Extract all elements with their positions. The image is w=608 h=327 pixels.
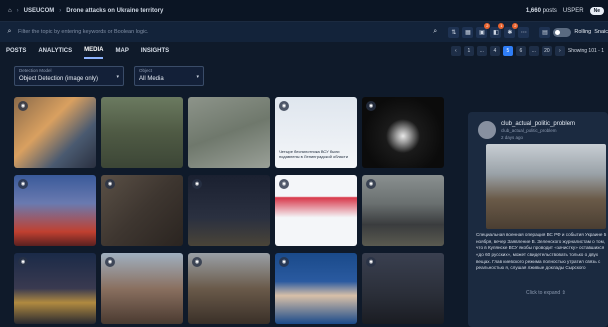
filter-more-icon[interactable]: ⋯	[518, 26, 530, 38]
user-label[interactable]: USPER	[563, 8, 584, 14]
card-caption: Четыре беспилотника ВСУ были подавлены в…	[279, 149, 348, 160]
eye-icon[interactable]: ◉	[192, 179, 202, 189]
eye-icon[interactable]: ◉	[105, 179, 115, 189]
top-right: 1,660 posts USPER Ne	[525, 6, 608, 15]
media-card[interactable]: ◉	[275, 175, 357, 246]
tab-map[interactable]: MAP	[115, 44, 128, 58]
eye-icon[interactable]: ◉	[279, 257, 289, 267]
tab-insights[interactable]: INSIGHTS	[141, 44, 169, 58]
search-submit-icon[interactable]: ⌕	[430, 27, 440, 38]
post-author[interactable]: club_actual_politic_problem	[501, 121, 575, 127]
chevron-right-icon: ›	[16, 7, 19, 14]
media-card[interactable]: ◉	[14, 97, 96, 168]
object-select[interactable]: Object All Media ▾	[134, 66, 204, 86]
tab-analytics[interactable]: ANALYTICS	[38, 44, 72, 58]
post-time: 2 days ago	[501, 135, 524, 140]
filter-source-icon[interactable]: ▦	[462, 26, 474, 38]
eye-icon[interactable]: ◉	[366, 101, 376, 111]
media-card[interactable]: ◉	[101, 253, 183, 324]
media-card[interactable]: ◉	[275, 253, 357, 324]
media-card[interactable]: ◉	[14, 253, 96, 324]
media-card[interactable]: ◉ Четыре беспилотника ВСУ были подавлены …	[275, 97, 357, 168]
object-label: Object	[139, 68, 153, 73]
media-card[interactable]: ◉	[362, 97, 444, 168]
home-icon[interactable]: ⌂	[8, 8, 12, 14]
page-ellipsis: ...	[528, 46, 539, 56]
post-image[interactable]	[486, 144, 606, 229]
object-value: All Media	[139, 76, 164, 82]
media-card[interactable]: ◉	[101, 175, 183, 246]
media-card[interactable]: ◉	[188, 175, 270, 246]
eye-icon[interactable]: ◉	[366, 179, 376, 189]
avatar	[478, 121, 496, 139]
tab-bar: POSTS ANALYTICS MEDIA MAP INSIGHTS ‹ 1 .…	[0, 42, 608, 60]
chevron-right-icon: ›	[59, 7, 62, 14]
media-card[interactable]: ◉	[14, 175, 96, 246]
detection-model-select[interactable]: Detection Model Object Detection (image …	[14, 66, 124, 86]
user-toggle[interactable]: Ne	[589, 6, 604, 15]
eye-icon[interactable]: ◉	[18, 179, 28, 189]
top-bar: ⌂ › USEUCOM › Drone attacks on Ukraine t…	[0, 0, 608, 22]
snapshot-label[interactable]: Snaic	[594, 29, 608, 35]
eye-icon[interactable]: ◉	[192, 257, 202, 267]
post-detail-card: club_actual_politic_problem club_actual_…	[468, 112, 608, 327]
detection-value: Object Detection (image only)	[19, 76, 99, 82]
expand-link[interactable]: Click to expand ⇕	[526, 290, 566, 296]
filter-lang-icon[interactable]: ◧ 1	[490, 22, 505, 38]
media-card[interactable]: ◉	[188, 253, 270, 324]
time-window: ▤ Rolling Snaic	[539, 26, 608, 38]
filter-geo-icon[interactable]: ✱ 2	[504, 22, 519, 38]
search-icon: ⌕	[7, 28, 12, 35]
eye-icon[interactable]: ◉	[105, 257, 115, 267]
page-button[interactable]: 6	[515, 46, 526, 56]
chevron-down-icon: ▾	[196, 74, 199, 80]
page-button[interactable]: 4	[489, 46, 500, 56]
filters-group: ⇅ ▦ ▣ 2 ◧ 1 ✱ 2 ⋯	[448, 22, 530, 38]
page-ellipsis: ...	[476, 46, 487, 56]
filter-bar: ⌕ Filter the topic by entering keywords …	[0, 22, 608, 42]
post-count: 1,660 posts	[525, 7, 557, 14]
prev-page-icon[interactable]: ‹	[450, 46, 461, 56]
tab-posts[interactable]: POSTS	[6, 44, 26, 58]
rolling-label: Rolling	[574, 29, 592, 35]
eye-icon[interactable]: ◉	[18, 257, 28, 267]
filter-sliders-icon[interactable]: ⇅	[448, 26, 460, 38]
media-controls: Detection Model Object Detection (image …	[14, 66, 204, 86]
pagination: ‹ 1 ... 4 5 6 ... 20 › Showing 101 - 1	[450, 46, 608, 56]
media-grid: ◉ ◉ Четыре беспилотника ВСУ были подавлен…	[14, 97, 444, 324]
eye-icon[interactable]: ◉	[279, 101, 289, 111]
post-handle: club_actual_politic_problem	[501, 128, 557, 133]
tab-media[interactable]: MEDIA	[84, 43, 104, 59]
breadcrumb-topic[interactable]: Drone attacks on Ukraine territory	[66, 8, 163, 14]
eye-icon[interactable]: ◉	[366, 257, 376, 267]
eye-icon[interactable]: ◉	[279, 179, 289, 189]
next-page-icon[interactable]: ›	[554, 46, 565, 56]
eye-icon[interactable]: ◉	[18, 101, 28, 111]
calendar-icon[interactable]: ▤	[539, 26, 551, 38]
search-area: ⌕ Filter the topic by entering keywords …	[4, 27, 430, 38]
media-card[interactable]	[188, 97, 270, 168]
expand-icon: ⇕	[561, 290, 566, 296]
media-card[interactable]: ◉	[362, 253, 444, 324]
post-text: Специальная военная операция ВС РФ и соб…	[476, 232, 607, 271]
chevron-down-icon: ▾	[116, 74, 119, 80]
page-button[interactable]: 20	[541, 46, 552, 56]
page-button[interactable]: 1	[463, 46, 474, 56]
media-card[interactable]: ◉	[362, 175, 444, 246]
rolling-toggle[interactable]	[553, 27, 572, 37]
detection-label: Detection Model	[19, 68, 52, 73]
filter-media-icon[interactable]: ▣ 2	[476, 22, 491, 38]
showing-range: Showing 101 - 1	[567, 48, 604, 54]
breadcrumb-useucom[interactable]: USEUCOM	[24, 8, 55, 14]
page-button-current[interactable]: 5	[502, 46, 513, 56]
search-input[interactable]: Filter the topic by entering keywords or…	[18, 29, 149, 35]
media-card[interactable]	[101, 97, 183, 168]
